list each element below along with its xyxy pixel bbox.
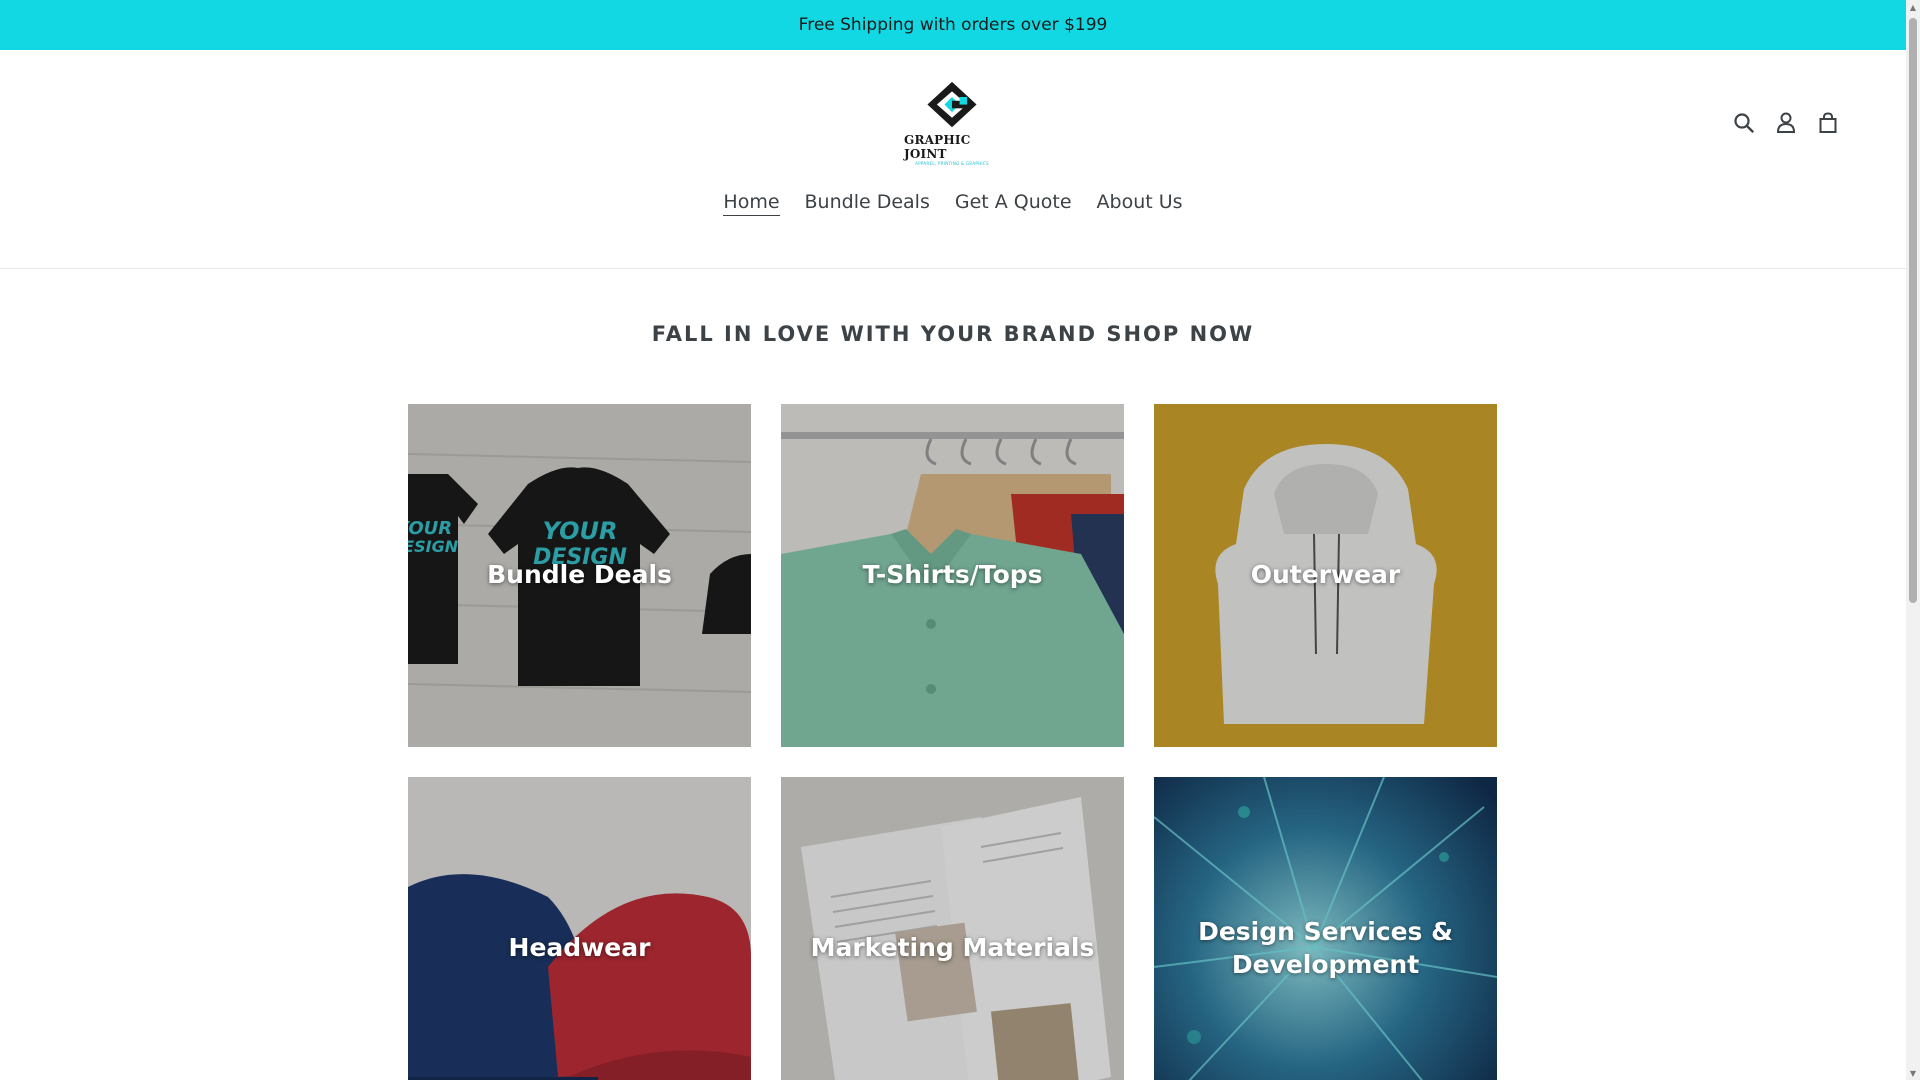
logo-mark-icon xyxy=(927,81,977,128)
scroll-down-arrow-icon[interactable]: ▼ xyxy=(1906,1066,1920,1080)
cart-button[interactable] xyxy=(1814,109,1842,137)
collection-grid: YOUR DESIGN YOUR DESIGN Bundle Deals T-S… xyxy=(408,404,1497,1080)
collection-tile-outerwear[interactable]: Outerwear xyxy=(1154,404,1497,747)
nav-item-home[interactable]: Home xyxy=(723,189,780,216)
search-icon xyxy=(1734,113,1754,133)
logo-tagline: APPAREL, PRINTING & GRAPHICS xyxy=(915,161,989,166)
collection-tile-bundle-deals[interactable]: YOUR DESIGN YOUR DESIGN Bundle Deals xyxy=(408,404,751,747)
collection-tile-headwear[interactable]: Headwear xyxy=(408,777,751,1080)
collection-tile-design-services[interactable]: Design Services & Development xyxy=(1154,777,1497,1080)
site-header: GRAPHIC JOINT APPAREL, PRINTING & GRAPHI… xyxy=(0,50,1906,269)
tile-overlay xyxy=(408,777,751,1080)
scroll-thumb[interactable] xyxy=(1909,18,1917,603)
search-button[interactable] xyxy=(1730,109,1758,137)
collection-title: Design Services & Development xyxy=(1198,917,1453,979)
main-nav: Home Bundle Deals Get A Quote About Us xyxy=(0,189,1906,216)
announcement-bar: Free Shipping with orders over $199 xyxy=(0,0,1906,50)
collection-title: Marketing Materials xyxy=(810,933,1095,963)
section-heading: FALL IN LOVE WITH YOUR BRAND SHOP NOW xyxy=(651,322,1255,346)
cart-icon xyxy=(1819,112,1837,133)
collection-tile-t-shirts-tops[interactable]: T-Shirts/Tops xyxy=(781,404,1124,747)
site-logo[interactable]: GRAPHIC JOINT APPAREL, PRINTING & GRAPHI… xyxy=(904,80,1000,166)
tile-overlay xyxy=(781,777,1124,1080)
scroll-up-arrow-icon[interactable]: ▲ xyxy=(1906,0,1920,14)
logo-wordmark: GRAPHIC JOINT xyxy=(904,133,971,161)
collection-tile-marketing-materials[interactable]: Marketing Materials xyxy=(781,777,1124,1080)
nav-item-bundle-deals[interactable]: Bundle Deals xyxy=(805,189,930,216)
account-button[interactable] xyxy=(1772,109,1800,137)
page-scrollbar[interactable]: ▲ ▼ xyxy=(1906,0,1920,1080)
header-icons xyxy=(1730,109,1842,137)
nav-item-get-a-quote[interactable]: Get A Quote xyxy=(955,189,1072,216)
collection-title: Headwear xyxy=(508,933,651,963)
nav-item-about-us[interactable]: About Us xyxy=(1097,189,1183,216)
announcement-text: Free Shipping with orders over $199 xyxy=(798,15,1108,35)
collection-title: Bundle Deals xyxy=(487,560,672,590)
collection-title: Outerwear xyxy=(1250,560,1401,590)
collection-title: T-Shirts/Tops xyxy=(862,560,1043,590)
account-icon xyxy=(1776,112,1796,133)
